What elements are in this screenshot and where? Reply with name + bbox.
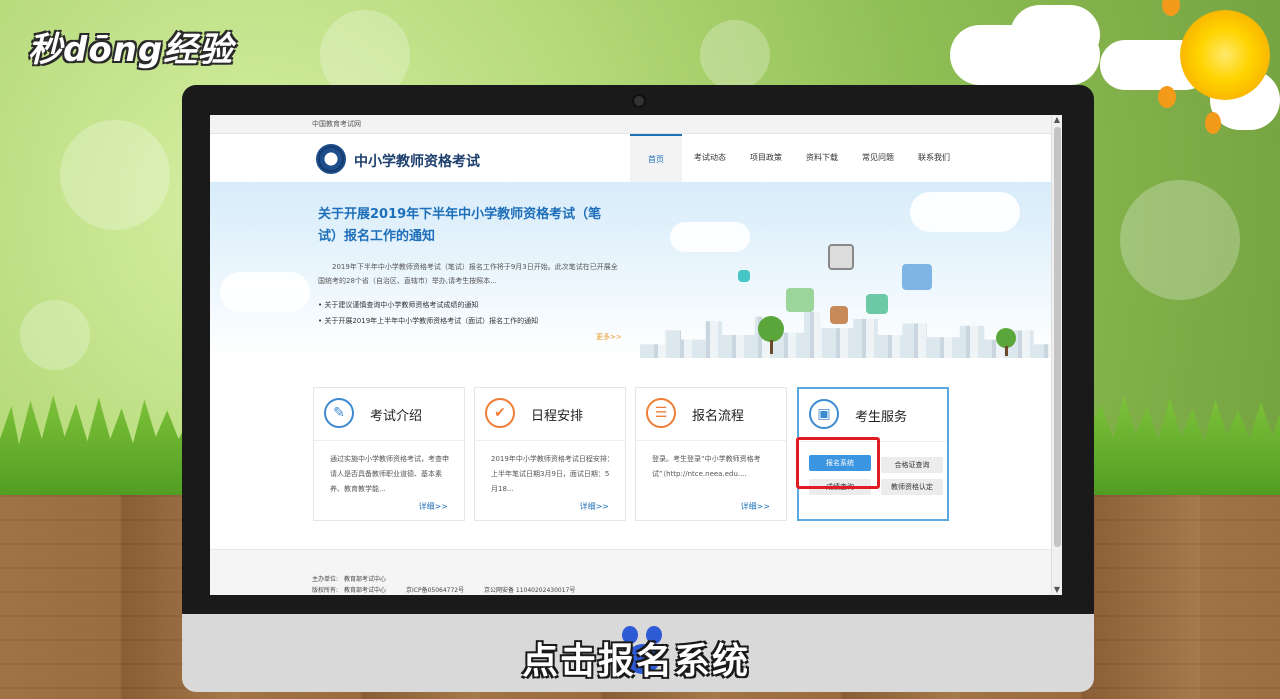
webcam-icon [632, 94, 646, 108]
top-strip: 中国教育考试网 [210, 115, 1052, 134]
banner-title[interactable]: 关于开展2019年下半年中小学教师资格考试（笔试）报名工作的通知 [318, 204, 618, 248]
card-more-link[interactable]: 详细>> [741, 501, 770, 512]
site-footer: 主办单位: 教育部考试中心 版权所有: 教育部考试中心 京ICP备0506477… [210, 549, 1052, 595]
card-more-link[interactable]: 详细>> [419, 501, 448, 512]
card-registration-process[interactable]: ☰ 报名流程 登录。考生登录“中小学教师资格考试”（http://ntce.ne… [635, 387, 787, 521]
floating-cube-icon [738, 270, 750, 282]
card-text: 2019年中小学教师资格考试日程安排：上半年笔试日期3月9日，面试日期：5月18… [491, 455, 614, 493]
tree-icon [996, 328, 1016, 348]
scroll-thumb[interactable] [1054, 127, 1061, 547]
form-icon: ☰ [646, 398, 676, 428]
nav-downloads[interactable]: 资料下载 [794, 134, 850, 182]
watermark-logo: 秒dōng经验 [28, 30, 234, 70]
nav-policy[interactable]: 项目政策 [738, 134, 794, 182]
footer-police[interactable]: 京公网安备 11040202430017号 [484, 585, 575, 594]
banner-more-link[interactable]: 更多>> [596, 332, 622, 342]
footer-host: 教育部考试中心 [344, 576, 387, 583]
id-card-icon: ▣ [809, 399, 839, 429]
floating-cube-icon [828, 244, 854, 270]
card-divider [636, 440, 786, 441]
top-strip-text[interactable]: 中国教育考试网 [312, 119, 361, 129]
nav-home[interactable]: 首页 [630, 134, 682, 182]
footer-copyright-label: 版权所有: [312, 587, 339, 594]
browser-viewport: 中国教育考试网 中小学教师资格考试 首页 考试动态 项目政策 资料下载 常见问题… [210, 115, 1062, 595]
floating-cube-icon [830, 306, 848, 324]
main-nav: 首页 考试动态 项目政策 资料下载 常见问题 联系我们 [630, 134, 962, 182]
card-text: 通过实施中小学教师资格考试，考查申请人是否具备教师职业道德、基本素养、教育教学能… [330, 455, 449, 493]
card-title: 考生服务 [855, 410, 908, 425]
scrollbar[interactable]: ▲ ▼ [1051, 115, 1062, 595]
sun-icon [1180, 10, 1270, 100]
banner: 关于开展2019年下半年中小学教师资格考试（笔试）报名工作的通知 2019年下半… [210, 182, 1052, 358]
banner-link-2[interactable]: • 关于开展2019年上半年中小学教师资格考试（面试）报名工作的通知 [318, 316, 538, 326]
tree-trunk [770, 340, 773, 354]
scroll-down-icon[interactable]: ▼ [1052, 585, 1062, 595]
banner-cloud [910, 192, 1020, 232]
bokeh-light [1120, 180, 1240, 300]
bokeh-light [60, 120, 170, 230]
banner-cloud [670, 222, 750, 252]
card-more-link[interactable]: 详细>> [580, 501, 609, 512]
tree-trunk [1005, 346, 1008, 356]
nav-faq[interactable]: 常见问题 [850, 134, 906, 182]
site-emblem-icon[interactable] [316, 144, 346, 174]
certificate-query-button[interactable]: 合格证查询 [881, 457, 943, 473]
document-pen-icon: ✎ [324, 398, 354, 428]
card-text: 登录。考生登录“中小学教师资格考试”（http://ntce.neea.edu.… [652, 455, 761, 478]
checkmark-icon: ✔ [485, 398, 515, 428]
cloud [1010, 5, 1100, 65]
card-title: 考试介绍 [370, 409, 423, 424]
nav-contact[interactable]: 联系我们 [906, 134, 962, 182]
card-schedule[interactable]: ✔ 日程安排 2019年中小学教师资格考试日程安排：上半年笔试日期3月9日，面试… [474, 387, 626, 521]
banner-description: 2019年下半年中小学教师资格考试（笔试）报名工作将于9月3日开始。此次笔试在已… [318, 263, 618, 285]
footer-copyright: 教育部考试中心 [344, 587, 387, 594]
teacher-cert-button[interactable]: 教师资格认定 [881, 479, 943, 495]
nav-exam-news[interactable]: 考试动态 [682, 134, 738, 182]
banner-cloud [220, 272, 310, 312]
site-title[interactable]: 中小学教师资格考试 [354, 151, 480, 171]
footer-host-label: 主办单位: [312, 576, 339, 583]
card-title: 日程安排 [531, 409, 584, 424]
caption: 点击报名系统 [522, 641, 751, 682]
scroll-up-icon[interactable]: ▲ [1052, 115, 1062, 125]
sun-ray [1205, 112, 1221, 134]
floating-cube-icon [786, 288, 814, 312]
banner-link-1[interactable]: • 关于建议谨慎查询中小学教师资格考试成绩的通知 [318, 300, 478, 310]
highlight-box [796, 437, 880, 489]
bokeh-light [700, 20, 770, 90]
bokeh-light [20, 300, 90, 370]
card-exam-intro[interactable]: ✎ 考试介绍 通过实施中小学教师资格考试，考查申请人是否具备教师职业道德、基本素… [313, 387, 465, 521]
footer-icp[interactable]: 京ICP备05064772号 [406, 585, 464, 594]
floating-cube-icon [902, 264, 932, 290]
site-header: 中小学教师资格考试 首页 考试动态 项目政策 资料下载 常见问题 联系我们 [210, 134, 1052, 182]
sun-ray [1158, 86, 1176, 108]
card-divider [475, 440, 625, 441]
floating-cube-icon [866, 294, 888, 314]
card-title: 报名流程 [692, 409, 745, 424]
card-divider [314, 440, 464, 441]
tree-icon [758, 316, 784, 342]
